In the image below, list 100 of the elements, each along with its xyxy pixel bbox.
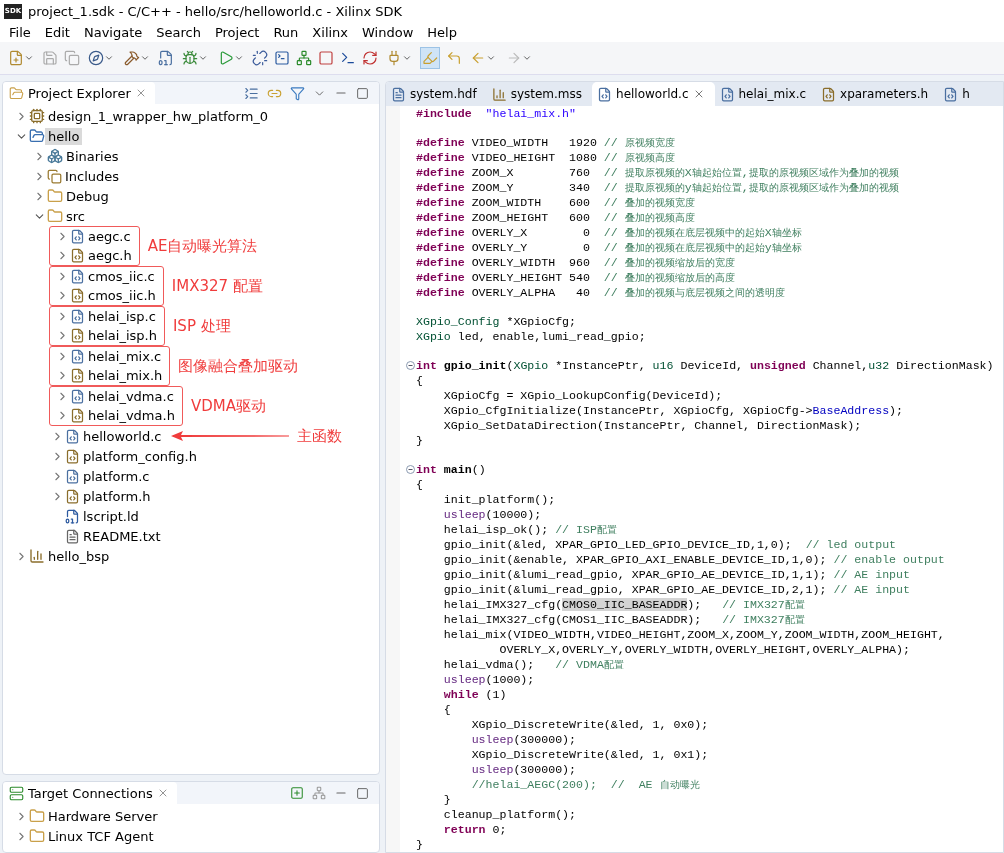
bsp-icon	[29, 548, 45, 564]
caret-icon[interactable]	[24, 53, 34, 63]
save-icon[interactable]	[42, 50, 58, 66]
annotation-note: AE自动曝光算法	[147, 236, 258, 256]
caret-icon[interactable]	[402, 53, 412, 63]
bug-icon[interactable]	[182, 50, 198, 66]
header-file-icon	[70, 328, 85, 343]
editor-tab[interactable]: h	[938, 82, 980, 106]
square-icon[interactable]	[318, 50, 334, 66]
folder-icon	[29, 808, 45, 824]
editor-tab[interactable]: system.hdf	[386, 82, 487, 106]
code-line: usleep(1000);	[442, 672, 535, 687]
last-edit-icon[interactable]	[446, 50, 462, 66]
c-file-icon	[70, 349, 85, 364]
maximize-icon[interactable]	[356, 786, 369, 800]
annotation-note: ISP 处理	[172, 316, 231, 336]
tree-item[interactable]: platform.c	[80, 467, 153, 485]
tree-item[interactable]: hello	[45, 127, 83, 145]
code-line: int gpio_init(XGpio *InstancePtr, u16 DeviceId, unsigned Channel,u32 DirectionMask)	[416, 358, 994, 373]
fold-icon[interactable]	[405, 361, 415, 370]
caret-icon[interactable]	[104, 53, 114, 63]
editor-tab[interactable]: system.mss	[486, 82, 593, 106]
new-connection-icon[interactable]	[290, 786, 304, 800]
tree-item[interactable]: helai_mix.h	[85, 367, 166, 384]
tree-item[interactable]: helai_vdma.h	[85, 407, 178, 424]
caret-icon[interactable]	[486, 53, 496, 63]
tree-item[interactable]: helai_isp.c	[85, 308, 159, 325]
code-line: {	[416, 477, 423, 492]
code-line: }	[416, 433, 423, 448]
tree-item[interactable]: platform.h	[80, 487, 154, 505]
tree-item[interactable]: design_1_wrapper_hw_platform_0	[45, 107, 272, 125]
tree-item[interactable]: helai_mix.c	[85, 348, 165, 365]
hammer-icon[interactable]	[124, 50, 140, 66]
caret-icon[interactable]	[198, 53, 208, 63]
target-icon[interactable]	[9, 785, 24, 801]
menu-item[interactable]: Project	[207, 24, 267, 40]
back-arrow-icon[interactable]	[470, 50, 486, 66]
play-icon[interactable]	[218, 50, 234, 66]
menu-item[interactable]: File	[2, 24, 38, 40]
linker-script-icon	[65, 508, 80, 524]
c-file-icon	[70, 309, 85, 324]
caret-icon[interactable]	[140, 53, 150, 63]
save-all-icon[interactable]	[64, 50, 80, 66]
tree-item[interactable]: aegc.c	[85, 228, 134, 245]
menu-item[interactable]: Search	[149, 24, 208, 40]
code-line: #define ZOOM_Y 340 // 提取原视频的y轴起始位置,提取的原视频区域作为叠加的视频	[416, 180, 899, 195]
editor-tab[interactable]: helai_mix.c	[714, 82, 817, 106]
tree-item[interactable]: README.txt	[80, 527, 164, 545]
code-line: #include "helai_mix.h"	[416, 106, 577, 121]
code-line: {	[442, 702, 451, 717]
tree-item[interactable]: helloworld.c	[80, 427, 165, 445]
code-line: #define OVERLY_WIDTH 960 // 叠加的视频缩放后的宽度	[416, 255, 735, 270]
header-file-icon	[821, 86, 837, 102]
editor-tab[interactable]: xparameters.h	[816, 82, 939, 106]
menu-item[interactable]: Edit	[37, 24, 77, 40]
tree-item[interactable]: Binaries	[63, 147, 122, 165]
filter-icon[interactable]	[290, 85, 305, 101]
explorer-icon[interactable]	[9, 85, 24, 101]
menu-item[interactable]: Navigate	[76, 24, 150, 40]
code-line: XGpio_Config *XGpioCfg;	[416, 314, 577, 329]
code-line: XGpioCfg = XGpio_LookupConfig(DeviceId);	[442, 388, 723, 403]
tree-item[interactable]: Hardware Server	[45, 807, 161, 825]
menu-item[interactable]: Window	[355, 24, 421, 40]
c-file-icon	[65, 468, 80, 484]
compass-icon[interactable]	[88, 50, 104, 66]
binary-file-icon[interactable]	[158, 50, 174, 66]
fold-icon[interactable]	[405, 465, 415, 474]
console-icon[interactable]	[274, 50, 290, 66]
maximize-icon[interactable]	[356, 86, 369, 100]
code-line: #define ZOOM_HEIGHT 600 // 叠加的视频高度	[416, 210, 695, 225]
tree-item[interactable]: hello_bsp	[45, 547, 113, 565]
terminal-icon[interactable]	[340, 50, 356, 66]
code-line: XGpio led, enable,lumi_read_gpio;	[416, 329, 646, 344]
caret-icon[interactable]	[234, 53, 244, 63]
tree-item[interactable]: lscript.ld	[80, 507, 142, 525]
tree-item[interactable]: Linux TCF Agent	[45, 827, 157, 845]
menu-item[interactable]: Run	[266, 24, 306, 40]
tree-item[interactable]: Debug	[63, 187, 112, 205]
tree-item[interactable]: helai_vdma.c	[85, 388, 177, 405]
tree-item[interactable]: helai_isp.h	[85, 327, 160, 344]
code-line: XGpio_CfgInitialize(InstancePtr, XGpioCfg, XGpioCfg->BaseAddress);	[442, 403, 904, 418]
binaries-icon	[47, 148, 63, 164]
tree-item[interactable]: cmos_iic.c	[85, 268, 158, 285]
tree-item[interactable]: aegc.h	[85, 247, 135, 264]
collapse-all-icon[interactable]	[244, 85, 259, 101]
code-line: helai_IMX327_cfg(CMOS1_IIC_BASEADDR); // IMX327配置	[442, 612, 805, 627]
refresh-icon[interactable]	[362, 50, 378, 66]
c-file-icon	[65, 428, 80, 444]
new-file-icon[interactable]	[8, 50, 24, 66]
plug-icon[interactable]	[386, 50, 402, 66]
menu-item[interactable]: Help	[420, 24, 464, 40]
caret-icon[interactable]	[522, 53, 532, 63]
annotation-note: 主函数	[296, 426, 342, 446]
tree-item[interactable]: cmos_iic.h	[85, 287, 159, 304]
tree-item[interactable]: platform_config.h	[80, 447, 200, 465]
header-file-icon	[65, 448, 80, 464]
tree-item[interactable]: Includes	[62, 167, 123, 185]
menu-item[interactable]: Xilinx	[305, 24, 356, 40]
editor-tab[interactable]: helloworld.c	[592, 82, 715, 106]
tree-item[interactable]: src	[63, 207, 88, 225]
